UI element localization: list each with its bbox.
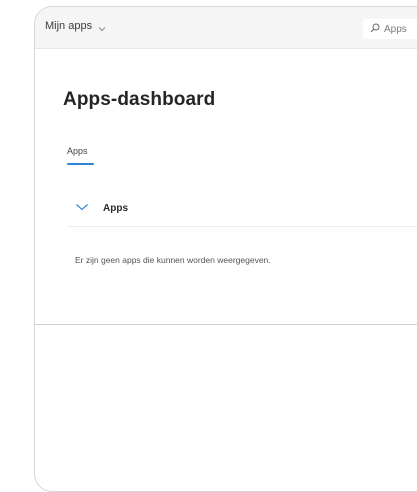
search-box[interactable] xyxy=(363,19,417,39)
section-divider xyxy=(67,226,417,227)
search-input[interactable] xyxy=(384,23,417,35)
main-content: Apps-dashboard Apps Apps Er zijn geen ap… xyxy=(35,49,417,325)
search-icon xyxy=(370,20,380,38)
tab-bar: Apps xyxy=(67,141,94,165)
my-apps-label: Mijn apps xyxy=(45,20,93,32)
page-title: Apps-dashboard xyxy=(63,89,216,110)
top-bar: Mijn apps xyxy=(35,7,417,49)
apps-section-label: Apps xyxy=(103,202,128,214)
chevron-down-icon xyxy=(75,199,89,217)
chevron-down-icon xyxy=(97,21,107,32)
empty-state-message: Er zijn geen apps die kunnen worden weer… xyxy=(75,255,271,265)
my-apps-switcher[interactable]: Mijn apps xyxy=(45,20,107,32)
browser-window: Mijn apps Apps-dashboard Apps xyxy=(34,6,417,492)
content-divider xyxy=(35,324,417,325)
apps-section-toggle[interactable]: Apps xyxy=(75,199,128,217)
tab-apps[interactable]: Apps xyxy=(67,146,94,165)
